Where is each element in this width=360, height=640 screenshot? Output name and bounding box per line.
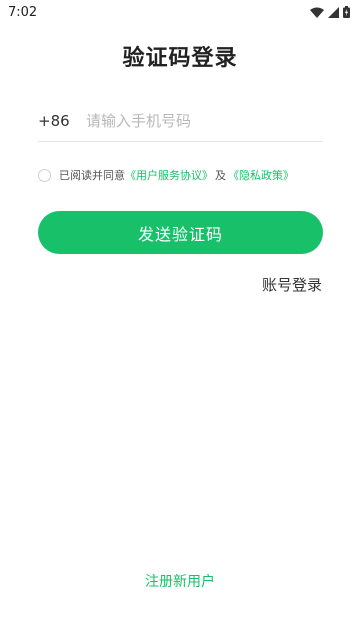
agreement-prefix: 已阅读并同意 [59, 169, 125, 182]
battery-icon [343, 6, 350, 18]
privacy-policy-link[interactable]: 《隐私政策》 [228, 167, 294, 183]
page-title: 验证码登录 [122, 46, 238, 71]
status-time: 7:02 [8, 4, 38, 20]
country-code[interactable]: +86 [38, 112, 86, 130]
phone-row: +86 [38, 100, 323, 142]
agreement-conjunction: 及 [215, 169, 226, 182]
user-agreement-link[interactable]: 《用户服务协议》 [125, 167, 213, 183]
phone-input[interactable] [86, 111, 323, 130]
send-code-button[interactable]: 发送验证码 [38, 211, 323, 254]
agreement-row: 已阅读并同意 《用户服务协议》 及 《隐私政策》 [38, 167, 328, 183]
register-link[interactable]: 注册新用户 [0, 571, 360, 591]
status-icons [310, 6, 350, 18]
account-login-link[interactable]: 账号登录 [262, 274, 322, 295]
wifi-icon [310, 7, 324, 18]
status-bar: 7:02 [0, 0, 360, 24]
signal-icon [328, 6, 339, 18]
agreement-checkbox[interactable] [38, 168, 51, 182]
